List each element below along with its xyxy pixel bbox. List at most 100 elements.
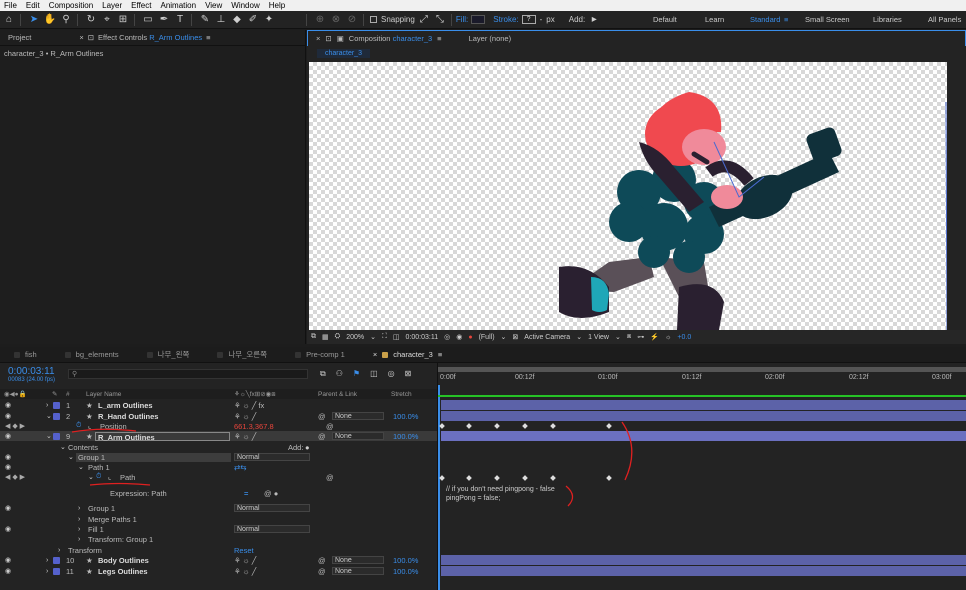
camera-dropdown[interactable]: Active Camera bbox=[524, 334, 570, 341]
add-button[interactable]: Add: bbox=[288, 443, 303, 452]
stretch-value[interactable]: 100.0% bbox=[393, 412, 418, 421]
eye-icon[interactable]: ◉ bbox=[5, 412, 11, 420]
label-color-swatch[interactable] bbox=[53, 401, 60, 409]
layer-switches-icon[interactable]: ⚘ ☼ ╱ bbox=[234, 567, 256, 576]
layer-name[interactable]: Legs Outlines bbox=[98, 567, 148, 576]
expand-icon[interactable]: › bbox=[46, 557, 48, 564]
stroke-swatch[interactable]: ? bbox=[521, 15, 536, 24]
expand-icon[interactable]: › bbox=[58, 547, 60, 554]
eye-icon[interactable]: ◉ bbox=[5, 556, 11, 564]
menu-composition[interactable]: Composition bbox=[49, 1, 93, 10]
group-label[interactable]: Group 1 bbox=[88, 504, 115, 513]
menu-file[interactable]: File bbox=[4, 1, 17, 10]
view-axis-icon[interactable]: ⊘ bbox=[345, 13, 359, 27]
work-area-bar[interactable] bbox=[438, 367, 966, 372]
zoom-tool-icon[interactable]: ⚲ bbox=[59, 13, 73, 27]
workspace-small-screen[interactable]: Small Screen bbox=[805, 15, 850, 24]
workspace-default[interactable]: Default bbox=[653, 15, 677, 24]
tab-layer[interactable]: Layer (none) bbox=[469, 34, 512, 43]
timeline-search-input[interactable]: ⚲ bbox=[68, 369, 308, 379]
region-icon[interactable]: ◫ bbox=[393, 333, 400, 341]
parent-pickwhip-icon[interactable]: @ bbox=[318, 567, 326, 576]
layer-row[interactable]: ◉ › 1 ★ L_arm Outlines ⚘ ☼ ╱ fx bbox=[0, 400, 437, 410]
eraser-tool-icon[interactable]: ◆ bbox=[230, 13, 244, 27]
keyframe-nav-icon[interactable]: ◀ ◆ ▶ bbox=[5, 473, 25, 481]
lock-icon[interactable]: ⊡ bbox=[88, 33, 94, 42]
camera-tool-icon[interactable]: ⌖ bbox=[100, 13, 114, 27]
tab-fish[interactable]: fish bbox=[0, 347, 51, 363]
blend-mode-dropdown[interactable]: Normal bbox=[234, 504, 310, 512]
tab-bg-elements[interactable]: bg_elements bbox=[51, 347, 133, 363]
clone-stamp-tool-icon[interactable]: ⊥ bbox=[214, 13, 228, 27]
label-color-swatch[interactable] bbox=[53, 412, 60, 420]
graph-editor-icon[interactable]: ◎ bbox=[388, 369, 395, 379]
layer-switches-icon[interactable]: ⚘ ☼ ╱ bbox=[234, 556, 256, 565]
world-axis-icon[interactable]: ⊗ bbox=[329, 13, 343, 27]
label-color-swatch[interactable] bbox=[53, 556, 60, 564]
puppet-tool-icon[interactable]: ✦ bbox=[262, 13, 276, 27]
zoom-dropdown[interactable]: 200% bbox=[346, 334, 364, 341]
expand-icon[interactable]: ⌄ bbox=[46, 432, 52, 440]
fill-swatch[interactable] bbox=[471, 15, 486, 24]
expand-icon[interactable]: ⌄ bbox=[68, 453, 74, 461]
expand-icon[interactable]: › bbox=[78, 516, 80, 523]
comp-subtab[interactable]: character_3 bbox=[317, 48, 370, 58]
mask-visibility-icon[interactable]: ⛭ bbox=[335, 333, 341, 341]
menu-edit[interactable]: Edit bbox=[26, 1, 40, 10]
reset-exposure-icon[interactable]: ☼ bbox=[665, 334, 671, 341]
layer-name-header[interactable]: Layer Name bbox=[86, 391, 121, 398]
tab-composition[interactable]: Composition character_3 bbox=[349, 34, 432, 43]
menu-animation[interactable]: Animation bbox=[160, 1, 196, 10]
parent-dropdown[interactable]: None bbox=[332, 556, 384, 564]
frame-blend-icon[interactable]: ⚑ bbox=[353, 369, 360, 379]
roto-brush-tool-icon[interactable]: ✐ bbox=[246, 13, 260, 27]
layer-track-bar[interactable] bbox=[441, 411, 966, 421]
eye-icon[interactable]: ◉ bbox=[5, 525, 11, 533]
label-color-swatch[interactable] bbox=[53, 567, 60, 575]
eye-icon[interactable]: ◉ bbox=[5, 567, 11, 575]
home-icon[interactable]: ⌂ bbox=[2, 13, 16, 27]
stretch-value[interactable]: 100.0% bbox=[393, 556, 418, 565]
resolution-dropdown[interactable]: (Full) bbox=[479, 334, 495, 341]
expand-icon[interactable]: › bbox=[78, 526, 80, 533]
eye-icon[interactable]: ◉ bbox=[5, 453, 11, 461]
layer-track-bar[interactable] bbox=[441, 555, 966, 565]
exposure-value[interactable]: +0.0 bbox=[677, 334, 691, 341]
parent-header[interactable]: Parent & Link bbox=[318, 391, 357, 398]
path-direction-icon[interactable]: ⇄⇆ bbox=[234, 463, 247, 472]
eye-icon[interactable]: ◉ bbox=[5, 401, 11, 409]
pen-tool-icon[interactable]: ✒ bbox=[157, 13, 171, 27]
position-value[interactable]: 661.3,367.8 bbox=[234, 422, 274, 431]
panel-menu-icon[interactable]: ≡ bbox=[437, 34, 441, 43]
composition-canvas[interactable] bbox=[309, 62, 947, 330]
selection-tool-icon[interactable]: ➤ bbox=[27, 13, 41, 27]
label-color-swatch[interactable] bbox=[53, 432, 60, 440]
layer-row[interactable]: ◉ ⌄ 2 ★ R_Hand Outlines ⚘ ☼ ╱ @ None 100… bbox=[0, 411, 437, 421]
tab-effect-controls[interactable]: Effect Controls R_Arm Outlines bbox=[98, 33, 202, 42]
lock-icon[interactable]: ⊡ bbox=[325, 34, 331, 43]
shy-icon[interactable]: ⚇ bbox=[336, 369, 343, 379]
panel-menu-icon[interactable]: ≡ bbox=[206, 33, 210, 42]
expression-enable-icon[interactable]: = bbox=[244, 489, 248, 498]
expression-editor[interactable]: // if you don't need pingpong - false pi… bbox=[446, 485, 555, 503]
keyframe-nav-icon[interactable]: ◀ ◆ ▶ bbox=[5, 422, 25, 430]
fit-icon[interactable]: ⛶ bbox=[382, 333, 387, 341]
chevron-down-icon[interactable]: ⌄ bbox=[370, 333, 376, 341]
expand-icon[interactable]: ⌄ bbox=[78, 463, 84, 471]
stretch-header[interactable]: Stretch bbox=[391, 391, 412, 398]
playhead[interactable] bbox=[438, 385, 440, 590]
expand-icon[interactable]: ⌄ bbox=[60, 443, 66, 451]
expression-graph-icon[interactable]: @ ● bbox=[264, 489, 278, 498]
expand-icon[interactable]: › bbox=[78, 505, 80, 512]
add-arrow-icon[interactable]: ▸ bbox=[587, 13, 601, 27]
add-menu-icon[interactable]: ● bbox=[305, 443, 310, 452]
eye-icon[interactable]: ◉ bbox=[5, 432, 11, 440]
workspace-all-panels[interactable]: All Panels bbox=[928, 15, 961, 24]
eye-icon[interactable]: ◉ bbox=[5, 463, 11, 471]
workspace-standard[interactable]: Standard bbox=[750, 15, 780, 24]
tab-character-3[interactable]: × character_3 ≡ bbox=[359, 347, 456, 363]
keyframe-panel-icon[interactable]: ⊠ bbox=[405, 369, 412, 379]
stretch-value[interactable]: 100.0% bbox=[393, 432, 418, 441]
transparency-grid-icon[interactable]: ⊠ bbox=[512, 333, 518, 341]
layer-row-selected[interactable]: ◉ ⌄ 9 ★ R_Arm Outlines ⚘ ☼ ╱ @ None 100.… bbox=[0, 431, 437, 442]
